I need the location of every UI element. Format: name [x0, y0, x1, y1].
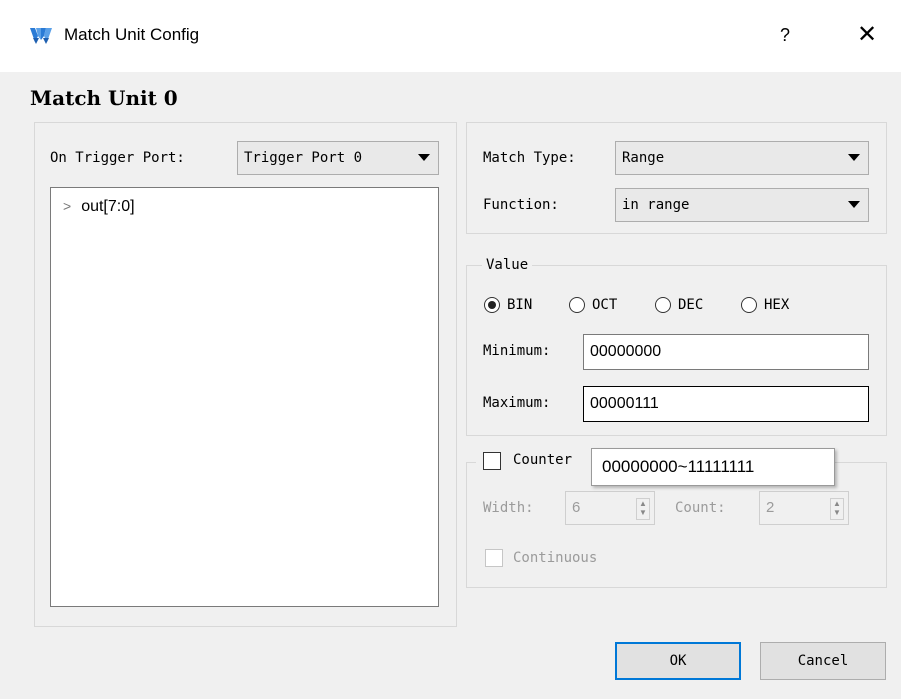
continuous-label: Continuous [513, 550, 598, 566]
chevron-right-icon[interactable]: > [63, 198, 71, 214]
page-title: Match Unit 0 [30, 86, 178, 110]
trigger-port-value: Trigger Port 0 [244, 150, 363, 166]
counter-label: Counter [513, 452, 573, 468]
radio-hex[interactable] [741, 297, 757, 313]
tree-item[interactable]: > out[7:0] [63, 198, 135, 216]
radio-dec[interactable] [655, 297, 671, 313]
radio-hex-label: HEX [764, 297, 790, 313]
chevron-down-icon [418, 154, 430, 161]
radio-bin[interactable] [484, 297, 500, 313]
function-value: in range [622, 197, 690, 213]
tree-item-label: out[7:0] [81, 198, 135, 215]
value-group-title: Value [482, 257, 533, 273]
minimum-label: Minimum: [483, 343, 551, 359]
radio-dec-label: DEC [678, 297, 704, 313]
function-label: Function: [483, 197, 559, 213]
count-spinbox[interactable]: 2 ▲ ▼ [759, 491, 849, 525]
close-button[interactable]: ✕ [850, 20, 884, 52]
range-tooltip: 00000000~11111111 [591, 448, 835, 486]
minimum-input[interactable]: 00000000 [583, 334, 869, 370]
trigger-port-label: On Trigger Port: [50, 150, 185, 166]
width-value: 6 [572, 499, 581, 516]
continuous-checkbox[interactable] [485, 549, 503, 567]
ok-button[interactable]: OK [615, 642, 741, 680]
gowin-logo-icon [30, 28, 52, 44]
count-label: Count: [675, 500, 726, 516]
radio-bin-label: BIN [507, 297, 533, 313]
match-type-select[interactable]: Range [615, 141, 869, 175]
radio-oct-label: OCT [592, 297, 618, 313]
close-icon: ✕ [856, 21, 878, 48]
width-spinbox[interactable]: 6 ▲ ▼ [565, 491, 655, 525]
chevron-down-icon [848, 154, 860, 161]
spin-arrows-icon[interactable]: ▲ ▼ [636, 498, 650, 520]
maximum-input[interactable]: 00000111 [583, 386, 869, 422]
width-label: Width: [483, 500, 534, 516]
maximum-label: Maximum: [483, 395, 551, 411]
chevron-down-icon [848, 201, 860, 208]
trigger-port-select[interactable]: Trigger Port 0 [237, 141, 439, 175]
function-select[interactable]: in range [615, 188, 869, 222]
window-title: Match Unit Config [64, 25, 200, 44]
cancel-button[interactable]: Cancel [760, 642, 886, 680]
counter-checkbox[interactable] [483, 452, 501, 470]
help-button[interactable]: ? [770, 20, 800, 50]
radio-oct[interactable] [569, 297, 585, 313]
signal-tree[interactable]: > out[7:0] [50, 187, 439, 607]
match-type-value: Range [622, 150, 665, 166]
title-bar: Match Unit Config ? ✕ [0, 0, 901, 72]
match-type-label: Match Type: [483, 150, 576, 166]
count-value: 2 [766, 499, 775, 516]
spin-arrows-icon[interactable]: ▲ ▼ [830, 498, 844, 520]
